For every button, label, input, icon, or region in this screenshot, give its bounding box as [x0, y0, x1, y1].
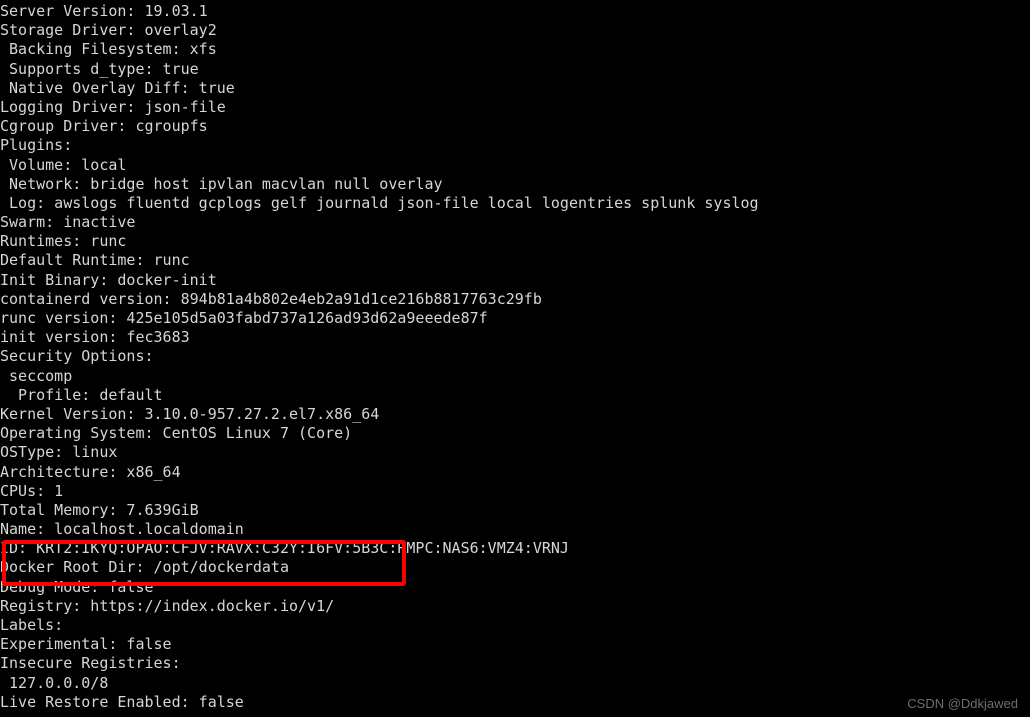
console-line: Network: bridge host ipvlan macvlan null…	[0, 174, 443, 193]
console-line: containerd version: 894b81a4b802e4eb2a91…	[0, 289, 542, 308]
console-line: Debug Mode: false	[0, 577, 154, 596]
watermark-label: CSDN @Ddkjawed	[907, 696, 1018, 711]
console-line: Logging Driver: json-file	[0, 97, 226, 116]
console-line: Total Memory: 7.639GiB	[0, 500, 199, 519]
console-line: Registry: https://index.docker.io/v1/	[0, 596, 335, 615]
console-line: Security Options:	[0, 347, 154, 366]
console-line: Plugins:	[0, 136, 73, 155]
console-line: CPUs: 1	[0, 481, 64, 500]
console-line: Log: awslogs fluentd gcplogs gelf journa…	[0, 193, 759, 212]
console-line: Cgroup Driver: cgroupfs	[0, 117, 208, 136]
console-line: Architecture: x86_64	[0, 462, 181, 481]
console-line: Experimental: false	[0, 635, 172, 654]
console-line: Live Restore Enabled: false	[0, 692, 244, 711]
console-line: Volume: local	[0, 155, 127, 174]
console-line: Operating System: CentOS Linux 7 (Core)	[0, 424, 353, 443]
console-line: Kernel Version: 3.10.0-957.27.2.el7.x86_…	[0, 404, 380, 423]
console-line: 127.0.0.0/8	[0, 673, 109, 692]
console-line: Labels:	[0, 616, 64, 634]
console-line: Server Version: 19.03.1	[0, 2, 208, 20]
console-line: Name: localhost.localdomain	[0, 520, 244, 539]
console-line: seccomp	[0, 366, 73, 385]
console-output: Server Version: 19.03.1 Storage Driver: o…	[0, 2, 1030, 712]
console-line: ID: KRT2:IKYQ:OPAO:CFJV:RAVX:C32Y:I6FV:5…	[0, 539, 569, 558]
console-line: Native Overlay Diff: true	[0, 78, 235, 97]
console-line: OSType: linux	[0, 443, 118, 462]
console-line: Profile: default	[0, 385, 163, 404]
console-line: Init Binary: docker-init	[0, 270, 217, 289]
console-line: Insecure Registries:	[0, 654, 181, 673]
console-line: Storage Driver: overlay2	[0, 21, 217, 40]
console-line: Default Runtime: runc	[0, 251, 190, 270]
terminal-console[interactable]: Server Version: 19.03.1 Storage Driver: o…	[0, 0, 1030, 717]
console-line: init version: fec3683	[0, 328, 190, 347]
console-line: Supports d_type: true	[0, 59, 199, 78]
console-line: Swarm: inactive	[0, 213, 136, 232]
console-line: Runtimes: runc	[0, 232, 127, 251]
console-line: Docker Root Dir: /opt/dockerdata	[0, 558, 289, 577]
console-line: Backing Filesystem: xfs	[0, 40, 217, 59]
console-line: runc version: 425e105d5a03fabd737a126ad9…	[0, 309, 488, 327]
